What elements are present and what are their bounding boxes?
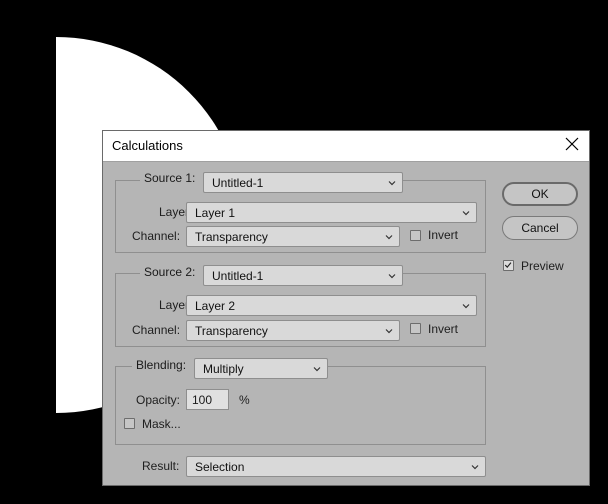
source2-label: Source 2: <box>144 265 196 279</box>
source2-channel-select[interactable]: Transparency <box>186 320 400 341</box>
result-select[interactable]: Selection <box>186 456 486 477</box>
source2-invert-label: Invert <box>428 322 459 336</box>
source1-invert-checkbox[interactable] <box>410 230 421 241</box>
mask-checkbox[interactable] <box>124 418 135 429</box>
close-icon[interactable] <box>565 137 579 151</box>
source1-document-select[interactable]: Untitled-1 <box>203 172 403 193</box>
preview-label: Preview <box>521 259 564 273</box>
source1-layer-select[interactable]: Layer 1 <box>186 202 477 223</box>
chevron-down-icon <box>385 235 393 240</box>
chevron-down-icon <box>385 329 393 334</box>
calculations-dialog: Calculations Source 1: Untitled-1 Layer:… <box>103 131 589 485</box>
chevron-down-icon <box>462 304 470 309</box>
source1-label: Source 1: <box>144 171 196 185</box>
opacity-unit: % <box>239 393 250 407</box>
source2-layer-select[interactable]: Layer 2 <box>186 295 477 316</box>
source1-channel-select[interactable]: Transparency <box>186 226 400 247</box>
result-label: Result: <box>142 459 180 473</box>
opacity-input[interactable]: 100 <box>186 389 229 410</box>
mask-label[interactable]: Mask... <box>142 417 181 431</box>
chevron-down-icon <box>313 367 321 372</box>
source2-channel-label: Channel: <box>132 323 181 337</box>
source1-invert-label: Invert <box>428 228 459 242</box>
chevron-down-icon <box>471 465 479 470</box>
chevron-down-icon <box>462 211 470 216</box>
checkmark-icon <box>504 262 512 268</box>
title-bar: Calculations <box>103 131 589 162</box>
blending-label: Blending: <box>136 358 187 372</box>
ok-button[interactable]: OK <box>502 182 578 206</box>
source2-document-select[interactable]: Untitled-1 <box>203 265 403 286</box>
chevron-down-icon <box>388 181 396 186</box>
blending-mode-select[interactable]: Multiply <box>194 358 328 379</box>
dialog-title: Calculations <box>112 138 183 153</box>
chevron-down-icon <box>388 274 396 279</box>
cancel-button[interactable]: Cancel <box>502 216 578 240</box>
preview-checkbox[interactable] <box>503 260 514 271</box>
opacity-label: Opacity: <box>136 393 181 407</box>
source1-channel-label: Channel: <box>132 229 181 243</box>
source2-invert-checkbox[interactable] <box>410 323 421 334</box>
